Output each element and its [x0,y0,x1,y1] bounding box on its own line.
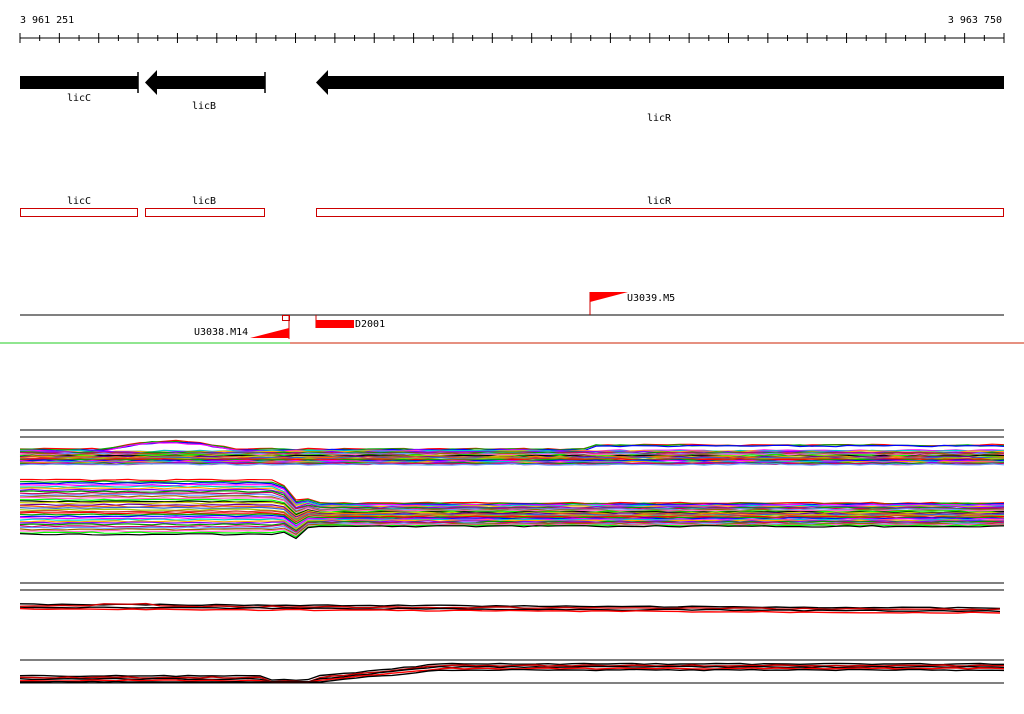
gene-track: licC licB licR [20,70,1004,124]
gene-licC[interactable]: licC [20,72,139,104]
gene-label-licR: licR [647,113,672,124]
cds-label-licC: licC [67,196,91,207]
signal-track-3 [19,582,1004,614]
signal-track-2 [19,478,1005,540]
signal-track-4 [19,659,1005,684]
cds-label-licR: licR [647,196,672,207]
cds-licR[interactable]: licR [316,196,1004,217]
cds-licC[interactable]: licC [20,196,138,217]
ruler-start-label: 3 961 251 [20,15,74,26]
genome-browser-view: 3 961 251 3 963 750 licC licB licR licC … [0,15,1024,684]
feature-track: U3039.M5 U3038.M14 D2001 [0,292,1024,344]
marker-d2001-label: D2001 [355,319,385,330]
ruler-end-label: 3 963 750 [948,15,1002,26]
signal-lines-3 [19,602,1001,614]
gene-licR[interactable]: licR [316,70,1004,124]
cds-label-licB: licB [192,196,216,207]
gene-label-licC: licC [67,93,91,104]
signal-track-1 [19,429,1005,466]
cds-track: licC licB licR [20,196,1004,217]
gene-licB[interactable]: licB [145,70,266,112]
marker-u3038-label: U3038.M14 [194,327,248,338]
gene-label-licB: licB [192,101,216,112]
marker-u3038[interactable]: U3038.M14 [194,315,290,339]
marker-d2001[interactable]: D2001 [315,315,385,330]
cds-licB[interactable]: licB [145,196,265,217]
marker-u3039-label: U3039.M5 [627,293,675,304]
position-ruler: 3 961 251 3 963 750 [19,15,1005,43]
marker-u3039[interactable]: U3039.M5 [589,292,675,315]
signal-lines-2 [19,478,1005,540]
signal-lines-1 [19,439,1005,466]
signal-lines-4 [19,662,1005,683]
